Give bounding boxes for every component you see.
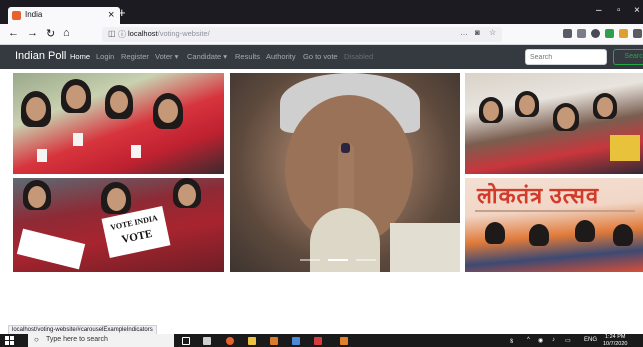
taskbar-clock[interactable]: 1:24 PM 10/7/2020 xyxy=(603,334,627,347)
forward-icon[interactable]: → xyxy=(27,27,38,39)
task-view-icon[interactable] xyxy=(182,337,190,345)
windows-taskbar: ○ Type here to search ꝸ ^ ◉ ♪ ▭ ENG 1:24… xyxy=(0,334,643,347)
banner-text: लोकतंत्र उत्सव xyxy=(477,183,600,208)
info-icon[interactable]: ⓘ xyxy=(118,29,126,40)
nav-candidate-dropdown[interactable]: Candidate ▾ xyxy=(187,52,227,61)
page-actions-icon[interactable]: … xyxy=(460,28,468,37)
carousel-indicator-2[interactable] xyxy=(328,259,348,261)
photo-elderly-voter-inked-finger xyxy=(230,73,460,272)
carousel-indicator-1[interactable] xyxy=(300,259,320,261)
url-text[interactable]: localhost/voting-website/ xyxy=(128,29,210,38)
nav-login[interactable]: Login xyxy=(96,52,114,61)
close-tab-icon[interactable]: × xyxy=(108,8,114,22)
search-icon: ○ xyxy=(34,335,39,344)
browser-tab-strip: India × + – ▫ × xyxy=(0,0,643,24)
browser-toolbar: ← → ↻ ⌂ ◫ ⓘ localhost/voting-website/ … … xyxy=(0,24,643,45)
people-icon[interactable]: ꝸ xyxy=(510,337,513,345)
photo-women-voter-ids xyxy=(13,73,224,174)
back-icon[interactable]: ← xyxy=(8,27,19,39)
home-icon[interactable]: ⌂ xyxy=(63,27,70,39)
nav-register[interactable]: Register xyxy=(121,52,149,61)
file-explorer-icon[interactable] xyxy=(248,337,256,345)
nav-results[interactable]: Results xyxy=(235,52,260,61)
new-tab-icon[interactable]: + xyxy=(118,5,126,20)
taskbar-app-icon-3[interactable] xyxy=(292,337,300,345)
maximize-icon[interactable]: ▫ xyxy=(617,5,621,16)
tab-title: India xyxy=(25,10,43,19)
bookmark-star-icon[interactable]: ☆ xyxy=(489,28,496,37)
library-icon[interactable] xyxy=(563,29,572,38)
clock-date: 10/7/2020 xyxy=(603,340,628,347)
windows-start-icon[interactable] xyxy=(5,336,14,345)
extension-icon[interactable] xyxy=(605,29,614,38)
search-input[interactable] xyxy=(525,49,607,65)
photo-loktantra-utsav-banner: लोकतंत्र उत्सव xyxy=(465,178,643,272)
taskbar-app-icon-5[interactable] xyxy=(340,337,348,345)
network-icon[interactable]: ◉ xyxy=(538,337,543,344)
firefox-icon[interactable] xyxy=(226,337,234,345)
taskbar-search-placeholder: Type here to search xyxy=(46,336,108,343)
nav-voter-dropdown[interactable]: Voter ▾ xyxy=(155,52,178,61)
close-window-icon[interactable]: × xyxy=(634,5,640,16)
shield-icon[interactable]: ◫ xyxy=(108,29,116,38)
account-icon[interactable] xyxy=(591,29,600,38)
minimize-icon[interactable]: – xyxy=(596,5,602,16)
nav-authority[interactable]: Authority xyxy=(266,52,296,61)
photo-students-vote-sign: VOTE INDIA VOTE xyxy=(13,178,224,272)
clock-time: 1:24 PM xyxy=(604,334,626,340)
language-indicator[interactable]: ENG xyxy=(584,337,597,343)
site-navbar: Indian Poll Home Login Register Voter ▾ … xyxy=(0,45,643,69)
carousel-indicator-3[interactable] xyxy=(356,259,376,261)
favicon-icon xyxy=(12,11,21,20)
placard-left xyxy=(16,228,86,270)
menu-icon[interactable] xyxy=(633,29,642,38)
taskbar-app-icon-2[interactable] xyxy=(270,337,278,345)
carousel-indicators xyxy=(292,259,392,262)
nav-disabled: Disabled xyxy=(344,52,374,61)
reload-icon[interactable]: ↻ xyxy=(46,27,55,40)
taskbar-app-icon-4[interactable] xyxy=(314,337,322,345)
volume-icon[interactable]: ♪ xyxy=(552,337,555,343)
url-bar[interactable]: ◫ ⓘ localhost/voting-website/ … ◙ ☆ xyxy=(102,27,502,42)
pocket-icon[interactable]: ◙ xyxy=(475,28,480,37)
battery-icon[interactable]: ▭ xyxy=(565,337,571,344)
nav-home[interactable]: Home xyxy=(70,52,90,61)
taskbar-app-icon-1[interactable] xyxy=(203,337,211,345)
extension-icon-2[interactable] xyxy=(619,29,628,38)
taskbar-search[interactable]: ○ Type here to search xyxy=(28,334,174,347)
photo-student-group xyxy=(465,73,643,174)
sidebar-icon[interactable] xyxy=(577,29,586,38)
chevron-up-icon[interactable]: ^ xyxy=(527,337,530,343)
browser-tab[interactable]: India × xyxy=(8,7,120,24)
search-button[interactable]: Search xyxy=(613,49,643,65)
navbar-brand[interactable]: Indian Poll xyxy=(15,50,66,62)
nav-go-to-vote[interactable]: Go to vote xyxy=(303,52,338,61)
